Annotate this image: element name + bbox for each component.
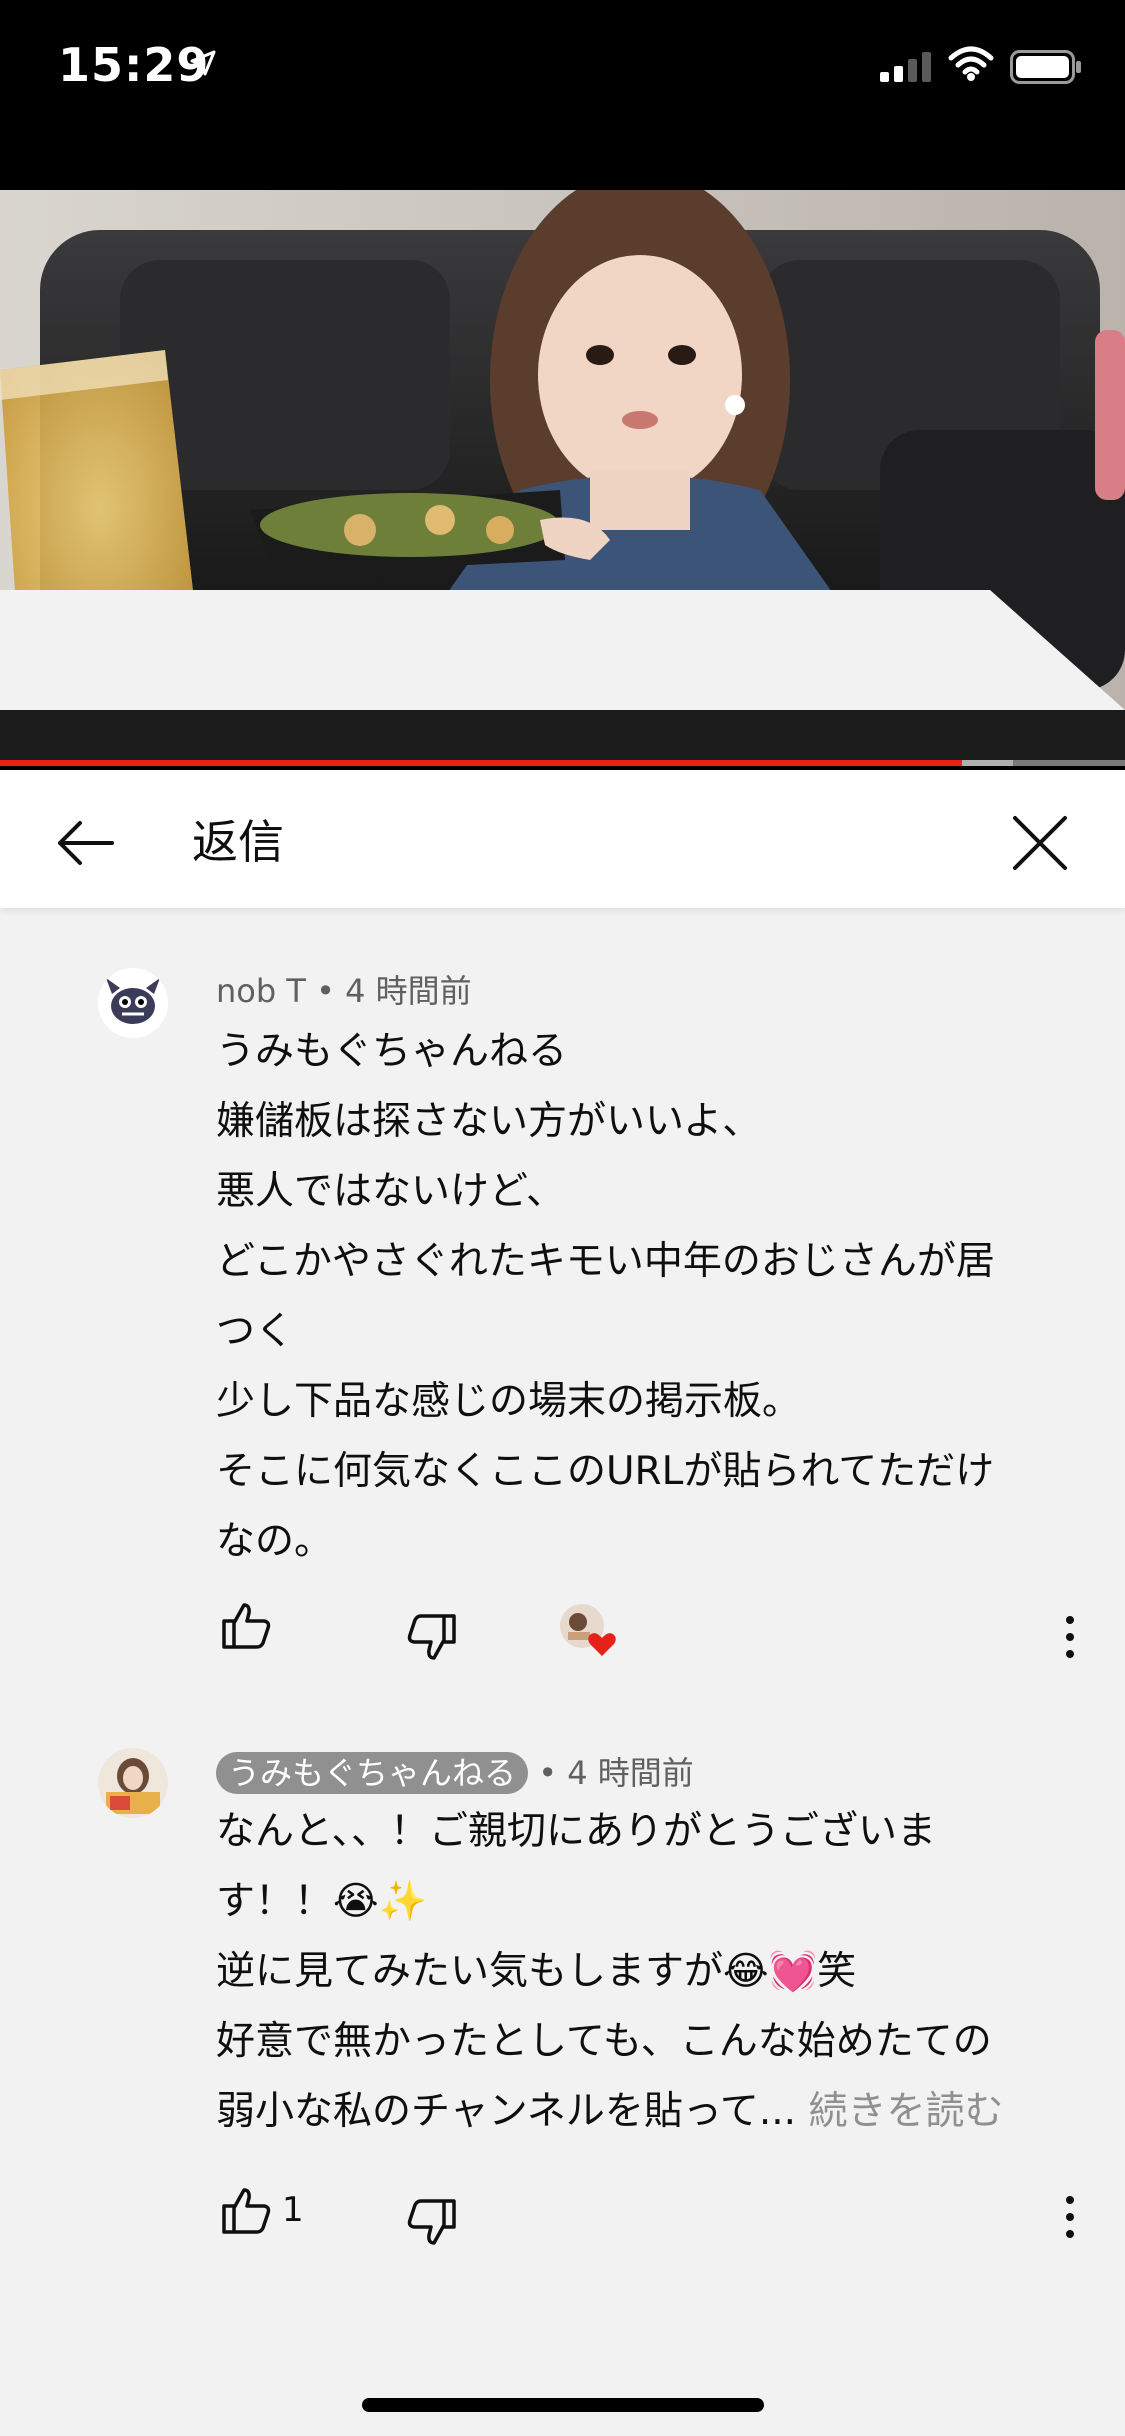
location-arrow-icon [190, 50, 216, 76]
dislike-thumb-down-icon[interactable] [402, 1608, 462, 1668]
comment-time: 4 時間前 [567, 1754, 694, 1792]
avatar[interactable] [98, 1748, 168, 1818]
status-bar: 15:29 [0, 0, 1125, 190]
back-arrow-icon[interactable] [50, 808, 120, 878]
read-more-link[interactable]: 続きを読む [808, 2089, 1003, 2134]
comment-meta: nob T • 4 時間前 [216, 966, 472, 1012]
comment-time: 4 時間前 [345, 972, 472, 1010]
video-player[interactable] [0, 190, 1125, 760]
comment-text-line: 悪人ではないけど、 [216, 1169, 566, 1214]
comment-text-line: どこかやさぐれたキモい中年のおじさんが居 [216, 1239, 995, 1284]
more-options-icon[interactable] [1055, 2188, 1085, 2248]
comment-meta: うみもぐちゃんねる • 4 時間前 [216, 1748, 694, 1794]
comment-text-line: うみもぐちゃんねる [216, 1029, 568, 1074]
avatar-character-icon [98, 968, 168, 1038]
comment-text-line: 嫌儲板は探さない方がいいよ、 [216, 1099, 762, 1144]
meta-separator: • [528, 1754, 568, 1792]
like-thumb-up-icon[interactable] [216, 2180, 276, 2240]
replies-header: 返信 [0, 770, 1125, 908]
close-icon[interactable] [1005, 808, 1075, 878]
like-thumb-up-icon[interactable] [216, 1595, 276, 1655]
comment-author[interactable]: nob T [216, 972, 306, 1010]
meta-separator: • [305, 972, 346, 1010]
comment-text-line: そこに何気なくここのURLが貼られてただけ [216, 1449, 995, 1494]
avatar-photo-icon [98, 1748, 168, 1818]
dislike-thumb-down-icon[interactable] [402, 2193, 462, 2253]
comment-text-line: なの。 [216, 1519, 334, 1564]
comment-text-line: す！！😭✨ [216, 1879, 428, 1924]
comment-text-line: 弱小な私のチャンネルを貼って... 続きを読む [216, 2080, 1004, 2136]
like-count: 1 [282, 2190, 304, 2230]
battery-icon [1010, 50, 1081, 84]
more-options-icon[interactable] [1055, 1608, 1085, 1668]
comment-text-line: 好意で無かったとしても、こんな始めたての [216, 2019, 992, 2064]
home-indicator[interactable] [362, 2398, 764, 2412]
comment-text-line: なんと、、！ご親切にありがとうございま [216, 1809, 936, 1854]
header-title: 返信 [192, 815, 284, 869]
avatar[interactable] [98, 968, 168, 1038]
creator-author-badge[interactable]: うみもぐちゃんねる [216, 1752, 529, 1794]
creator-heart-icon [560, 1604, 616, 1656]
cellular-signal-icon [880, 52, 931, 82]
comment-text-line: 逆に見てみたい気もしますが😂💓笑 [216, 1949, 857, 1994]
wifi-icon [948, 46, 994, 81]
video-frame [0, 190, 1125, 760]
comment-text-truncated: 弱小な私のチャンネルを貼って... [216, 2089, 797, 2134]
status-time: 15:29 [58, 38, 210, 92]
comment-text-line: 少し下品な感じの場末の掲示板。 [216, 1379, 802, 1424]
comment-text-line: つく [216, 1309, 295, 1354]
